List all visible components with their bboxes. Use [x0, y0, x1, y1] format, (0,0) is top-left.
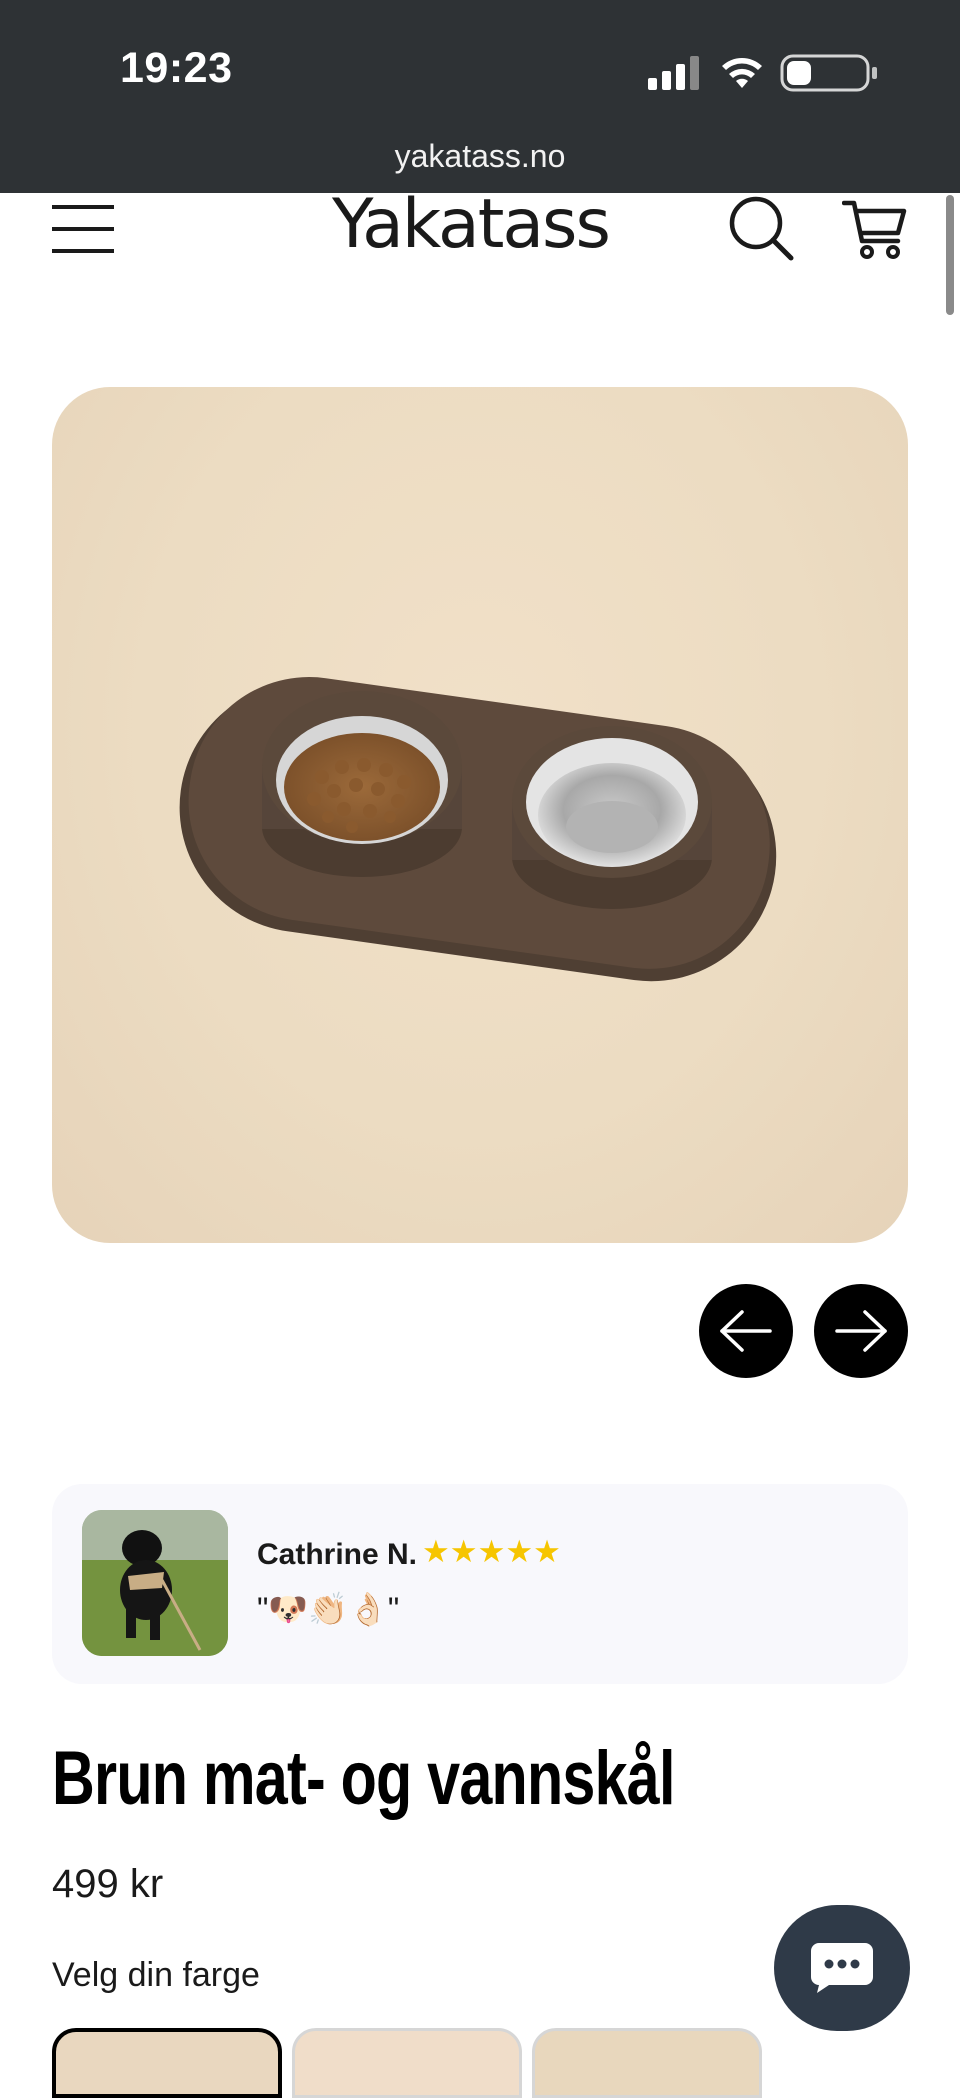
signal-icon: [648, 56, 699, 90]
review-stars: ★★★★★: [422, 1534, 561, 1570]
url-bar[interactable]: yakatass.no: [0, 138, 960, 175]
search-icon[interactable]: [728, 195, 794, 261]
page-scrollbar[interactable]: [946, 195, 954, 315]
review-card: Cathrine N. ★★★★★ "🐶👏🏻👌🏻": [52, 1484, 908, 1684]
menu-icon[interactable]: [52, 203, 114, 255]
arrow-left-icon: [720, 1310, 772, 1352]
cart-icon[interactable]: [842, 195, 908, 261]
bowl-mat-illustration: [179, 677, 777, 982]
site-header: Yakatass: [0, 185, 960, 303]
color-swatch-sand[interactable]: [532, 2028, 762, 2098]
site-logo[interactable]: Yakatass: [332, 185, 611, 264]
color-swatch-beige[interactable]: [292, 2028, 522, 2098]
color-swatch-brown[interactable]: [52, 2028, 282, 2098]
chat-bubble-icon: [811, 1943, 873, 1993]
chat-button[interactable]: [774, 1905, 910, 2031]
reviewer-name: Cathrine N.: [257, 1538, 418, 1571]
color-select-label: Velg din farge: [52, 1956, 260, 1994]
wifi-icon: [722, 58, 762, 88]
product-title: Brun mat- og vannskål: [52, 1736, 675, 1821]
dog-photo: [82, 1510, 228, 1656]
reviewer-avatar: [82, 1510, 228, 1656]
carousel-next-button[interactable]: [814, 1284, 908, 1378]
review-text: "🐶👏🏻👌🏻": [257, 1591, 400, 1627]
product-price: 499 kr: [52, 1862, 164, 1906]
status-time: 19:23: [120, 44, 233, 92]
product-image[interactable]: [52, 387, 908, 1243]
carousel-prev-button[interactable]: [699, 1284, 793, 1378]
battery-icon: [780, 54, 877, 92]
status-bar: 19:23 yakatass.no: [0, 0, 960, 193]
arrow-right-icon: [835, 1310, 887, 1352]
